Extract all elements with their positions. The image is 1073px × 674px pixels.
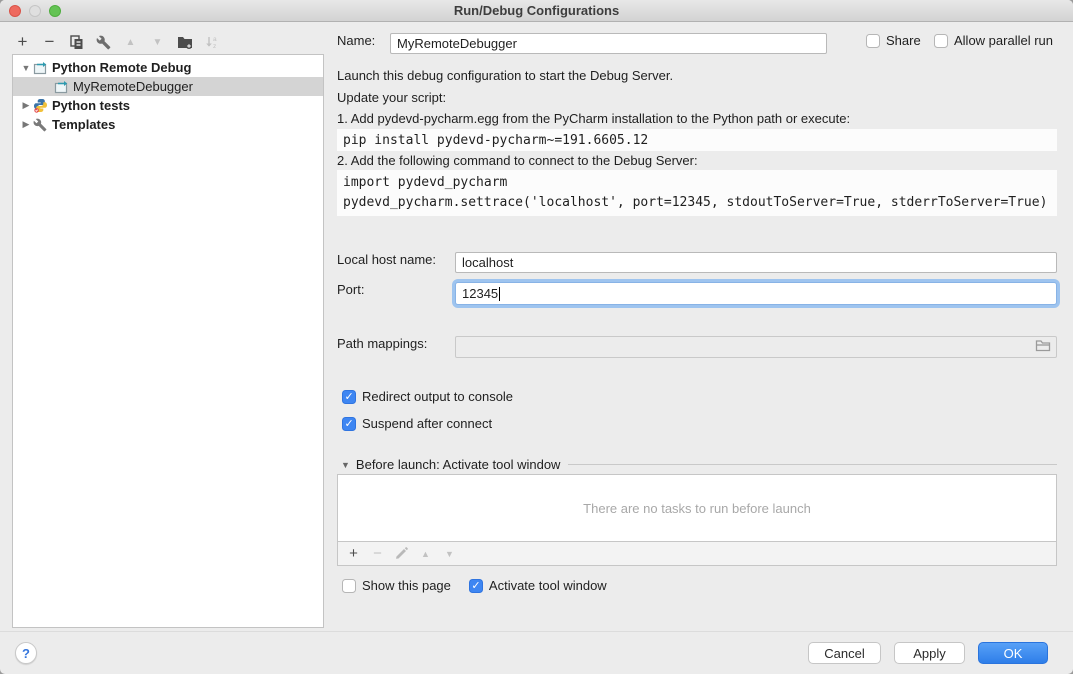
tree-item-label: Templates (52, 117, 115, 132)
text-cursor (499, 287, 500, 301)
allow-parallel-run-checkbox[interactable]: Allow parallel run (934, 33, 1053, 48)
svg-text:z: z (213, 43, 216, 50)
before-launch-task-list: There are no tasks to run before launch … (337, 474, 1057, 566)
wrench-icon (32, 117, 48, 133)
chevron-collapsed-icon[interactable]: ▶ (20, 119, 32, 130)
help-button[interactable]: ? (15, 642, 37, 664)
checkbox-box-checked[interactable] (342, 417, 356, 431)
path-mappings-label: Path mappings: (337, 336, 427, 351)
code-line-import: import pydevd_pycharm (343, 173, 1057, 193)
update-script-text: Update your script: (337, 90, 446, 105)
show-this-page-label: Show this page (362, 578, 451, 593)
help-question-icon: ? (22, 646, 30, 661)
svg-text:a: a (213, 36, 217, 43)
new-folder-icon[interactable] (176, 33, 193, 51)
redirect-output-checkbox[interactable]: Redirect output to console (342, 389, 513, 404)
port-label: Port: (337, 282, 364, 297)
checkbox-box[interactable] (342, 579, 356, 593)
activate-tool-window-label: Activate tool window (489, 578, 607, 593)
edit-task-pencil-icon (394, 545, 409, 563)
zoom-window-button[interactable] (49, 5, 61, 17)
step2-text: 2. Add the following command to connect … (337, 153, 698, 168)
sort-alphabetically-icon: az (203, 33, 220, 51)
traffic-lights (9, 5, 61, 17)
tree-item-label: MyRemoteDebugger (73, 79, 193, 94)
window-title: Run/Debug Configurations (454, 3, 619, 18)
tree-item-label: Python Remote Debug (52, 60, 191, 75)
checkbox-box-checked[interactable] (469, 579, 483, 593)
checkbox-box[interactable] (866, 34, 880, 48)
tree-item-python-remote-debug[interactable]: ▼ Python Remote Debug (13, 58, 323, 77)
show-this-page-checkbox[interactable]: Show this page (342, 578, 451, 593)
before-launch-section-header[interactable]: ▼ Before launch: Activate tool window (337, 457, 1057, 472)
code-line-settrace: pydevd_pycharm.settrace('localhost', por… (343, 193, 1057, 213)
name-input[interactable] (390, 33, 827, 54)
section-divider (568, 464, 1057, 465)
configurations-tree: ▼ Python Remote Debug MyRemoteDebugger ▶… (12, 54, 324, 628)
share-checkbox[interactable]: Share (866, 33, 921, 48)
local-host-name-input[interactable] (455, 252, 1057, 273)
local-host-name-label: Local host name: (337, 252, 436, 267)
apply-button[interactable]: Apply (894, 642, 965, 664)
remote-debug-icon (53, 79, 69, 95)
collapse-triangle-icon[interactable]: ▼ (341, 460, 350, 470)
share-label: Share (886, 33, 921, 48)
configurations-toolbar: + − ▲ ▼ az (14, 31, 220, 53)
chevron-expanded-icon[interactable]: ▼ (20, 63, 32, 73)
allow-parallel-run-label: Allow parallel run (954, 33, 1053, 48)
redirect-output-label: Redirect output to console (362, 389, 513, 404)
run-debug-configurations-dialog: Run/Debug Configurations + − ▲ ▼ az ▼ Py… (0, 0, 1073, 674)
move-task-up-button: ▲ (418, 545, 433, 563)
port-value: 12345 (462, 286, 498, 301)
task-list-toolbar: + − ▲ ▼ (338, 541, 1056, 565)
path-mappings-input[interactable] (455, 336, 1057, 358)
footer-buttons: Cancel Apply OK (808, 642, 1048, 664)
add-task-button[interactable]: + (346, 545, 361, 563)
chevron-collapsed-icon[interactable]: ▶ (20, 100, 32, 111)
checkbox-box[interactable] (934, 34, 948, 48)
settrace-code-block[interactable]: import pydevd_pycharm pydevd_pycharm.set… (337, 170, 1057, 216)
name-label: Name: (337, 33, 375, 48)
tree-item-label: Python tests (52, 98, 130, 113)
step1-text: 1. Add pydevd-pycharm.egg from the PyCha… (337, 111, 850, 126)
titlebar[interactable]: Run/Debug Configurations (0, 0, 1073, 22)
ok-button[interactable]: OK (978, 642, 1048, 664)
move-down-button: ▼ (149, 33, 166, 51)
copy-configuration-icon[interactable] (68, 33, 85, 51)
dialog-footer: ? Cancel Apply OK (0, 631, 1073, 674)
intro-text: Launch this debug configuration to start… (337, 68, 673, 83)
tree-item-myremotedebugger[interactable]: MyRemoteDebugger (13, 77, 323, 96)
browse-folder-icon[interactable] (1035, 339, 1051, 355)
add-configuration-button[interactable]: + (14, 33, 31, 51)
tree-item-python-tests[interactable]: ▶ Python tests (13, 96, 323, 115)
suspend-after-connect-checkbox[interactable]: Suspend after connect (342, 416, 492, 431)
edit-configuration-wrench-icon[interactable] (95, 33, 112, 51)
empty-tasks-text: There are no tasks to run before launch (583, 501, 811, 516)
python-tests-icon (32, 98, 48, 114)
configuration-form: Name: Share Allow parallel run Launch th… (337, 22, 1057, 632)
move-task-down-button: ▼ (442, 545, 457, 563)
remove-task-button: − (370, 545, 385, 563)
pip-command-code[interactable]: pip install pydevd-pycharm~=191.6605.12 (337, 129, 1057, 151)
activate-tool-window-checkbox[interactable]: Activate tool window (469, 578, 607, 593)
tree-item-templates[interactable]: ▶ Templates (13, 115, 323, 134)
port-input[interactable]: 12345 (455, 282, 1057, 305)
remove-configuration-button[interactable]: − (41, 33, 58, 51)
before-launch-title: Before launch: Activate tool window (356, 457, 561, 472)
close-window-button[interactable] (9, 5, 21, 17)
remote-debug-icon (32, 60, 48, 76)
checkbox-box-checked[interactable] (342, 390, 356, 404)
task-list-empty-area[interactable]: There are no tasks to run before launch (338, 475, 1056, 541)
minimize-window-button (29, 5, 41, 17)
suspend-after-connect-label: Suspend after connect (362, 416, 492, 431)
move-up-button: ▲ (122, 33, 139, 51)
cancel-button[interactable]: Cancel (808, 642, 881, 664)
